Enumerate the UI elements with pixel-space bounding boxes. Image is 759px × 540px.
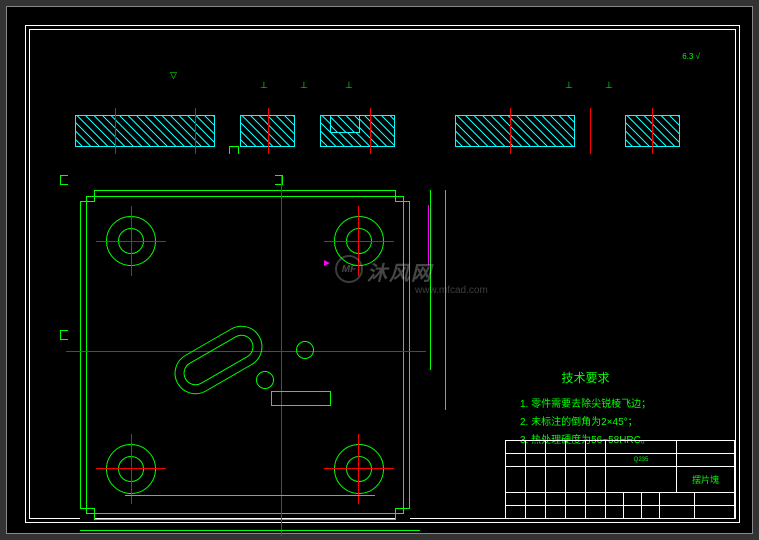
hole-bottom-right (334, 444, 384, 494)
title-block: Q235 摆片塊 (505, 440, 735, 518)
dim-symbol: ⊥ (605, 80, 613, 91)
finish-symbol: √ (696, 52, 700, 61)
cad-canvas: ▽ ⊥ ⊥ ⊥ ⊥ ⊥ 6.3 √ (6, 6, 753, 534)
magenta-arrow (324, 260, 330, 266)
dim-extension (445, 190, 446, 410)
centerline-v (131, 434, 132, 504)
dim-extension (80, 530, 420, 531)
section-bracket (60, 330, 68, 340)
section-bracket (229, 146, 239, 154)
main-centerline-v (281, 176, 282, 536)
tech-req-item: 2. 未标注的倒角为2×45°； (520, 414, 651, 432)
dim-symbol: ⊥ (260, 80, 268, 91)
material-cell: Q235 (606, 454, 677, 466)
part-name-cell: 摆片塊 (677, 467, 735, 492)
drawing-frame: ▽ ⊥ ⊥ ⊥ ⊥ ⊥ 6.3 √ (29, 29, 736, 519)
plan-view (80, 190, 410, 520)
small-hole-1 (296, 341, 314, 359)
centerline (115, 108, 116, 154)
watermark-logo: MF (335, 255, 363, 283)
surface-finish-symbol: ▽ (170, 70, 177, 81)
centerline-h (324, 241, 394, 242)
section-view-4 (455, 115, 575, 147)
centerline (510, 108, 511, 154)
hole-inner (346, 456, 372, 482)
centerline (652, 108, 653, 154)
section-bracket (60, 175, 68, 185)
centerline-v (358, 434, 359, 504)
dim-extension (125, 495, 375, 496)
dim-symbol: ⊥ (345, 80, 353, 91)
tech-req-item: 1. 零件需要去除尖锐棱飞边； (520, 396, 651, 414)
rect-feature (271, 391, 331, 406)
centerline (268, 108, 269, 154)
centerline-h (324, 468, 394, 469)
centerline-v (131, 206, 132, 276)
dim-symbol: ⊥ (565, 80, 573, 91)
centerline (590, 108, 591, 154)
technical-requirements: 技术要求 1. 零件需要去除尖锐棱飞边； 2. 未标注的倒角为2×45°； 3.… (520, 368, 651, 450)
dim-symbol: ⊥ (300, 80, 308, 91)
dim-extension (430, 190, 431, 370)
section-step (330, 115, 360, 133)
section-view-1 (75, 115, 215, 147)
magenta-line (428, 205, 429, 265)
surface-finish-mark: 6.3 √ (682, 52, 700, 61)
finish-value: 6.3 (682, 52, 693, 61)
tech-req-title: 技术要求 (520, 368, 651, 390)
centerline (370, 108, 371, 154)
small-hole-2 (256, 371, 274, 389)
centerline (195, 108, 196, 154)
